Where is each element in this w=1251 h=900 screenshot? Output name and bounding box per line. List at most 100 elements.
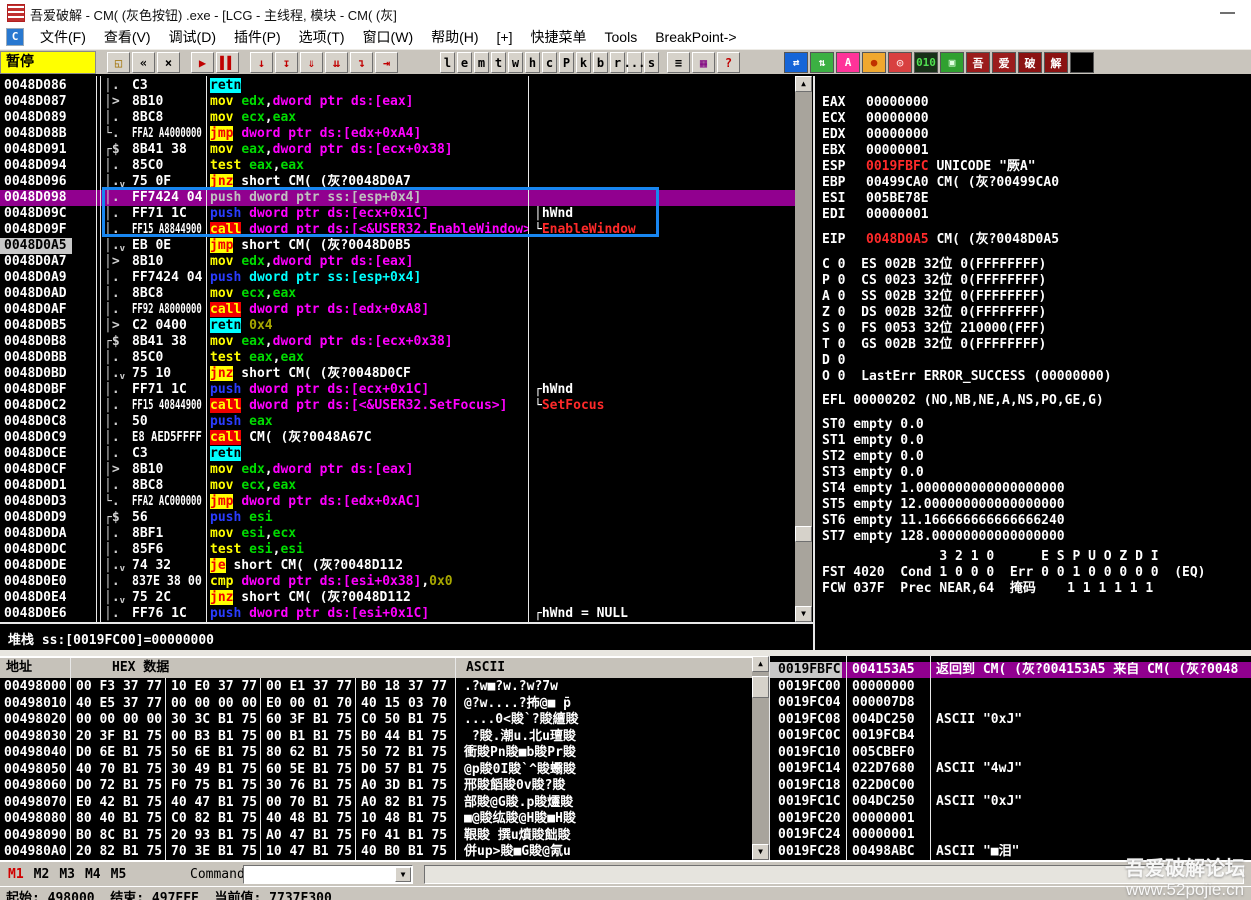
hex-dump-row[interactable]: 004980A020 82 B1 7570 3E B1 7510 47 B1 7… [0,844,571,860]
hex-dump-row[interactable]: 00498040D0 6E B1 7550 6E B1 7580 62 B1 7… [0,745,576,761]
toolbar-view-button[interactable]: ? [717,52,740,73]
toolbar-step-button[interactable]: ⇓ [300,52,323,73]
disasm-row[interactable]: 0048D091┌$8B41 38mov eax,dword ptr ds:[e… [0,142,795,158]
toolbar-step-button[interactable]: ⇊ [325,52,348,73]
menu-item[interactable]: BreakPoint-> [646,27,745,47]
toolbar-step-button[interactable]: ↴ [350,52,373,73]
tab-m5[interactable]: M5 [111,867,127,882]
toolbar-plugin-button[interactable]: ⇄ [784,52,808,73]
disasm-row[interactable]: 0048D0A5│.vEB 0Ejmp short CM( (灰?0048D0B… [0,238,795,254]
hex-dump-row[interactable]: 0049805040 70 B1 7530 49 B1 7560 5E B1 7… [0,762,576,778]
hex-dump-row[interactable]: 00498070E0 42 B1 7540 47 B1 7500 70 B1 7… [0,795,573,811]
toolbar-plugin-button[interactable]: ◎ [888,52,912,73]
disassembly-pane[interactable]: 0048D086│.C3retn0048D087│>8B10mov edx,dw… [0,76,795,622]
toolbar-letter-button-...[interactable]: ... [627,52,642,73]
register-line[interactable]: EAX00000000 [822,95,929,111]
toolbar-letter-button-s[interactable]: s [644,52,659,73]
toolbar-plugin-button[interactable]: 爱 [992,52,1016,73]
menu-item[interactable]: 插件(P) [225,27,290,47]
disasm-row[interactable]: 0048D0CE│.C3retn [0,446,795,462]
command-input[interactable]: ▼ [243,865,413,884]
toolbar-view-button[interactable]: ▦ [692,52,715,73]
minimize-button[interactable] [1220,12,1235,14]
toolbar-plugin-button[interactable]: 解 [1044,52,1068,73]
stack-row[interactable]: 0019FC2400000001 [770,827,1251,843]
register-line[interactable]: EIP0048D0A5 CM( (灰?0048D0A5 [822,232,1059,248]
disasm-row[interactable]: 0048D0BF│.FF71 1Cpush dword ptr ds:[ecx+… [0,382,795,398]
toolbar-file-button[interactable]: ◱ [107,52,130,73]
toolbar-letter-button-k[interactable]: k [576,52,591,73]
hex-dump-pane[interactable]: 0049800000 F3 37 7710 E0 37 7700 E1 37 7… [0,678,752,860]
stack-row[interactable]: 0019FC10005CBEF0 [770,745,1251,761]
toolbar-plugin-button[interactable]: A [836,52,860,73]
toolbar-view-button[interactable]: ≡ [667,52,690,73]
toolbar-plugin-button[interactable]: ● [862,52,886,73]
disasm-row[interactable]: 0048D0C9│.E8 AED5FFFFcall CM( (灰?0048A67… [0,430,795,446]
menu-item[interactable]: 查看(V) [95,27,160,47]
register-line[interactable]: EDX00000000 [822,127,929,143]
toolbar-run-button[interactable]: ▶ [191,52,214,73]
disasm-row[interactable]: 0048D0D1│.8BC8mov ecx,eax [0,478,795,494]
disasm-row[interactable]: 0048D0D9┌$56push esi [0,510,795,526]
stack-row[interactable]: 0019FC2000000001 [770,811,1251,827]
stack-row[interactable]: 0019FC0C0019FCB4 [770,728,1251,744]
stack-row[interactable]: 0019FC08004DC250ASCII "0xJ" [770,712,1251,728]
disasm-row[interactable]: 0048D0A9│.FF7424 04push dword ptr ss:[es… [0,270,795,286]
menu-item[interactable]: 选项(T) [290,27,354,47]
disasm-row[interactable]: 0048D0DE│.v74 32je short CM( (灰?0048D112 [0,558,795,574]
toolbar-plugin-button[interactable] [1070,52,1094,73]
tab-m1[interactable]: M1 [8,867,24,882]
disasm-row[interactable]: 0048D0CF│>8B10mov edx,dword ptr ds:[eax] [0,462,795,478]
disasm-row[interactable]: 0048D0E0│.837E 38 00cmp dword ptr ds:[es… [0,574,795,590]
scrollbar-thumb[interactable] [795,526,812,542]
toolbar-step-button[interactable]: ⇥ [375,52,398,73]
toolbar-plugin-button[interactable]: ▣ [940,52,964,73]
stack-row[interactable]: 0019FC04000007D8 [770,695,1251,711]
toolbar-plugin-button[interactable]: ⇅ [810,52,834,73]
toolbar-letter-button-P[interactable]: P [559,52,574,73]
disasm-row[interactable]: 0048D0C2│.FF15 40844900call dword ptr ds… [0,398,795,414]
stack-row[interactable]: 0019FC14022D7680ASCII "4wJ" [770,761,1251,777]
toolbar-letter-button-e[interactable]: e [457,52,472,73]
disasm-row[interactable]: 0048D0BD│.v75 10jnz short CM( (灰?0048D0C… [0,366,795,382]
dump-scrollbar[interactable]: ▲ ▼ [752,656,769,860]
disasm-row[interactable]: 0048D0E4│.v75 2Cjnz short CM( (灰?0048D11… [0,590,795,606]
disasm-row[interactable]: 0048D0E6│.FF76 1Cpush dword ptr ds:[esi+… [0,606,795,622]
stack-pane[interactable]: 0019FBFC004153A5返回到 CM( (灰?004153A5 来自 C… [770,656,1251,860]
disasm-row[interactable]: 0048D089│.8BC8mov ecx,eax [0,110,795,126]
tab-m2[interactable]: M2 [34,867,50,882]
menu-item[interactable]: 调试(D) [160,27,225,47]
toolbar-plugin-button[interactable]: 010 [914,52,938,73]
hex-dump-row[interactable]: 0049808080 40 B1 75C0 82 B1 7540 48 B1 7… [0,811,576,827]
stack-row[interactable]: 0019FC18022D0C00 [770,778,1251,794]
register-line[interactable]: ECX00000000 [822,111,929,127]
toolbar-letter-button-m[interactable]: m [474,52,489,73]
disasm-row[interactable]: 0048D0AF│.FF92 A8000000call dword ptr ds… [0,302,795,318]
menu-item[interactable]: Tools [596,27,647,47]
toolbar-letter-button-b[interactable]: b [593,52,608,73]
toolbar-file-button[interactable]: × [157,52,180,73]
toolbar-letter-button-w[interactable]: w [508,52,523,73]
disasm-row[interactable]: 0048D0DA│.8BF1mov esi,ecx [0,526,795,542]
hex-dump-row[interactable]: 00498090B0 8C B1 7520 93 B1 75A0 47 B1 7… [0,828,571,844]
toolbar-plugin-button[interactable]: 破 [1018,52,1042,73]
hex-dump-row[interactable]: 0049802000 00 00 0030 3C B1 7560 3F B1 7… [0,712,579,728]
stack-row[interactable]: 0019FC0000000000 [770,679,1251,695]
menu-item[interactable]: 快捷菜单 [522,27,596,47]
toolbar-letter-button-t[interactable]: t [491,52,506,73]
disasm-row[interactable]: 0048D0C8│.50push eax [0,414,795,430]
register-line[interactable]: ESP0019FBFC UNICODE "厥A" [822,159,1036,175]
disasm-row[interactable]: 0048D0BB│.85C0test eax,eax [0,350,795,366]
disasm-row[interactable]: 0048D08B└.FFA2 A4000000jmp dword ptr ds:… [0,126,795,142]
disasm-row[interactable]: 0048D087│>8B10mov edx,dword ptr ds:[eax] [0,94,795,110]
disasm-row[interactable]: 0048D0DC│.85F6test esi,esi [0,542,795,558]
disasm-row[interactable]: 0048D0B8┌$8B41 38mov eax,dword ptr ds:[e… [0,334,795,350]
tab-m3[interactable]: M3 [59,867,75,882]
tab-m4[interactable]: M4 [85,867,101,882]
disasm-row[interactable]: 0048D0D3└.FFA2 AC000000jmp dword ptr ds:… [0,494,795,510]
disassembly-scrollbar[interactable]: ▲ ▼ [795,76,812,622]
disasm-row[interactable]: 0048D0A7│>8B10mov edx,dword ptr ds:[eax] [0,254,795,270]
toolbar-letter-button-h[interactable]: h [525,52,540,73]
disasm-row[interactable]: 0048D0AD│.8BC8mov ecx,eax [0,286,795,302]
hex-dump-row[interactable]: 0049801040 E5 37 7700 00 00 00E0 00 01 7… [0,696,571,712]
